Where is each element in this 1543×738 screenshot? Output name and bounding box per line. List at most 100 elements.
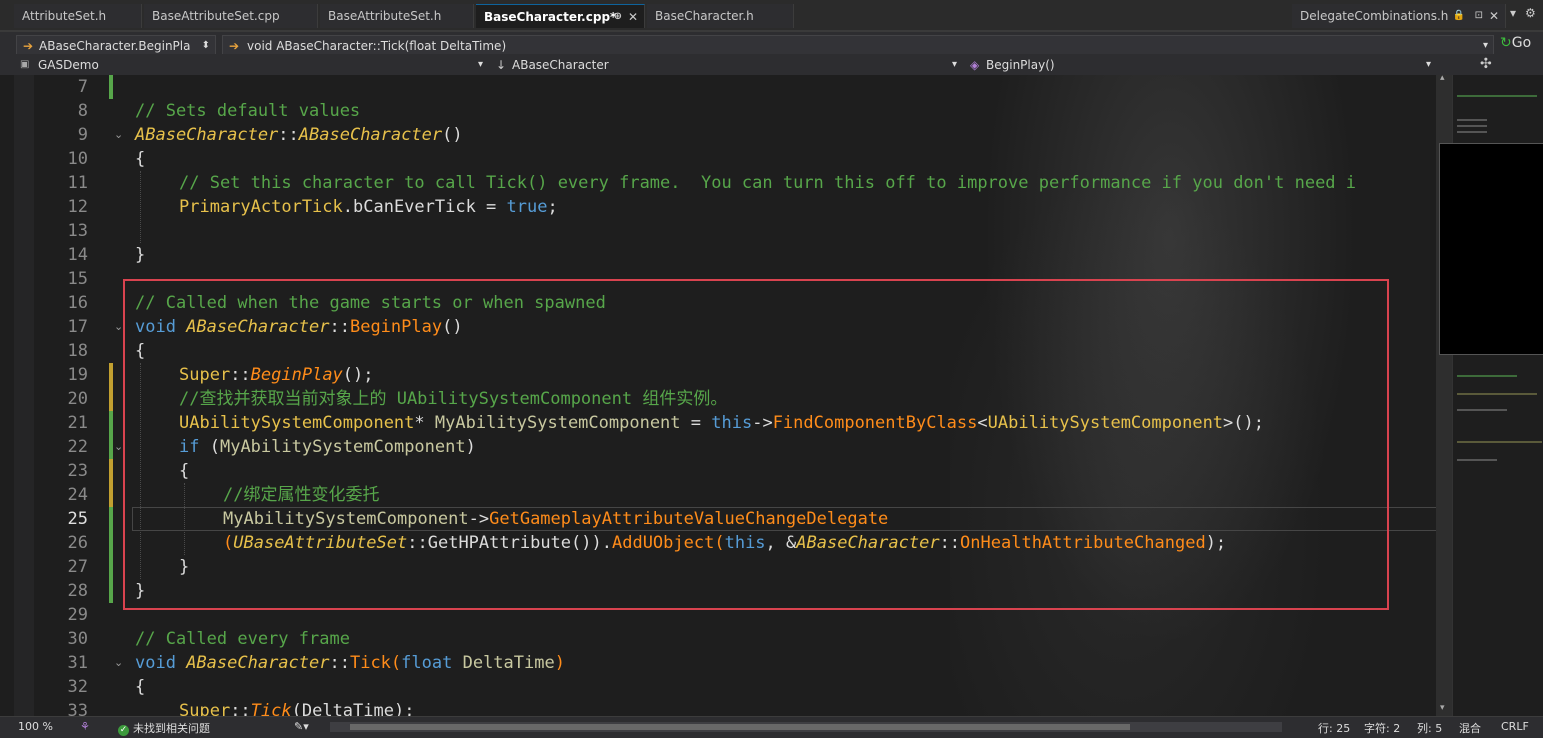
line-number: 16: [67, 293, 88, 313]
function-name: Tick: [349, 653, 391, 673]
comment: // Set this character to call Tick() eve…: [179, 173, 1357, 193]
minimap-line: [1457, 119, 1487, 121]
code-minimap[interactable]: [1439, 75, 1543, 716]
line-number: 28: [67, 581, 88, 601]
code-line-33: Super::Tick(DeltaTime);: [179, 699, 414, 716]
tab-basecharacter-cpp[interactable]: BaseCharacter.cpp* ⊕ ✕: [476, 4, 645, 28]
code-editor[interactable]: 7 8 9 10 11 12 13 14 15 16 17 18 19 20 2…: [0, 75, 1440, 716]
code-line-11: // Set this character to call Tick() eve…: [179, 171, 1356, 195]
tab-label: BaseCharacter.h: [655, 9, 754, 23]
issues-indicator[interactable]: ✓ 未找到相关问题: [118, 720, 210, 736]
copilot-icon[interactable]: ⚘: [80, 720, 90, 733]
paren: ): [554, 653, 565, 673]
arrow-icon: ➔: [229, 39, 240, 53]
line-number: 12: [67, 197, 88, 217]
line-number: 26: [67, 533, 88, 553]
class-name: ABaseCharacter: [186, 653, 330, 673]
code-line-31: void ABaseCharacter::Tick(float DeltaTim…: [135, 651, 565, 675]
chevron-down-icon: ▾: [1482, 40, 1488, 51]
line-ending[interactable]: CRLF: [1501, 720, 1529, 733]
fold-toggle-icon[interactable]: ⌄: [114, 123, 123, 147]
indent-guide: [140, 171, 142, 243]
close-icon[interactable]: ✕: [628, 5, 638, 28]
tab-baseattributeset-h[interactable]: BaseAttributeSet.h: [320, 4, 474, 28]
parens: (): [442, 125, 463, 145]
scope-dropdown[interactable]: ➔ ABaseCharacter.BeginPla ⬍: [16, 35, 216, 55]
arrow-icon: ➔: [23, 39, 34, 53]
fold-toggle-icon[interactable]: ⌄: [114, 651, 123, 675]
line-number: 11: [67, 173, 88, 193]
fold-toggle-icon[interactable]: ⌄: [114, 315, 123, 339]
project-icon: ▣: [20, 59, 30, 70]
scope-operator: ::: [230, 701, 251, 716]
scroll-up-icon[interactable]: ▴: [1440, 73, 1445, 83]
change-marker: [109, 507, 113, 603]
code-line-14: }: [135, 243, 145, 267]
comment: // Sets default values: [135, 101, 361, 121]
line-number-current: 25: [67, 509, 88, 529]
scope-operator: ::: [329, 653, 350, 673]
tab-attributeset-h[interactable]: AttributeSet.h: [14, 4, 142, 28]
line-number: 7: [77, 77, 88, 97]
brush-icon[interactable]: ✎▾: [294, 720, 309, 733]
gear-icon[interactable]: ⚙: [1525, 6, 1536, 20]
code-line-12: PrimaryActorTick.bCanEverTick = true;: [179, 195, 558, 219]
whitespace-mode[interactable]: 混合: [1459, 720, 1481, 736]
code-line-30: // Called every frame: [135, 627, 350, 651]
member-dropdown[interactable]: ◈ BeginPlay() ▾: [964, 55, 1436, 75]
class-dropdown[interactable]: ↓ ABaseCharacter ▾: [490, 55, 962, 75]
line-number: 18: [67, 341, 88, 361]
fold-toggle-icon[interactable]: ⌄: [114, 435, 123, 459]
scope-operator: ::: [278, 125, 299, 145]
method-icon: ◈: [970, 58, 980, 72]
line-number: 21: [67, 413, 88, 433]
chevron-down-icon: ▾: [951, 59, 957, 70]
function-dropdown[interactable]: ➔ void ABaseCharacter::Tick(float DeltaT…: [222, 35, 1494, 55]
tab-label: AttributeSet.h: [22, 9, 107, 23]
close-icon[interactable]: ✕: [1489, 4, 1499, 28]
type-name: PrimaryActorTick: [179, 197, 343, 217]
tab-label: DelegateCombinations.h: [1300, 9, 1449, 23]
column-indicator: 列: 5: [1417, 722, 1443, 735]
minimap-line: [1457, 393, 1537, 395]
comment: // Called every frame: [135, 629, 350, 649]
project-dropdown[interactable]: ▣ GASDemo ▾: [16, 55, 488, 75]
line-number: 31: [67, 653, 88, 673]
chevron-down-icon: ▾: [477, 59, 483, 70]
document-tab-bar: AttributeSet.h BaseAttributeSet.cpp Base…: [0, 0, 1543, 32]
line-number: 29: [67, 605, 88, 625]
issues-text: 未找到相关问题: [133, 722, 210, 735]
line-number: 8: [77, 101, 88, 121]
zoom-level[interactable]: 100 %: [18, 720, 53, 733]
go-button[interactable]: ↻Go: [1500, 35, 1531, 51]
call-end: (DeltaTime);: [291, 701, 415, 716]
code-line-9: ABaseCharacter::ABaseCharacter(): [135, 123, 463, 147]
code-navigation-bar: ▣ GASDemo ▾ ↓ ABaseCharacter ▾ ◈ BeginPl…: [0, 54, 1543, 77]
tab-label: BaseCharacter.cpp*: [484, 10, 617, 24]
pin-icon[interactable]: ⊕: [614, 5, 622, 28]
horizontal-scroll-thumb[interactable]: [350, 724, 1130, 730]
brace: {: [135, 677, 146, 697]
tab-baseattributeset-cpp[interactable]: BaseAttributeSet.cpp: [144, 4, 318, 28]
line-number: 19: [67, 365, 88, 385]
line-number: 13: [67, 221, 88, 241]
minimap-line: [1457, 459, 1497, 461]
change-marker-unsaved: [109, 363, 113, 411]
tab-basecharacter-h[interactable]: BaseCharacter.h: [647, 4, 794, 28]
split-icon[interactable]: ✣: [1480, 56, 1492, 72]
type-name: Super: [179, 701, 231, 716]
line-number: 22: [67, 437, 88, 457]
project-dropdown-value: GASDemo: [38, 58, 99, 72]
char-indicator: 字符: 2: [1364, 722, 1401, 735]
line-number: 10: [67, 149, 88, 169]
keyword: true: [506, 197, 548, 217]
line-number: 32: [67, 677, 88, 697]
minimap-viewport[interactable]: [1439, 143, 1543, 355]
tab-list-dropdown-icon[interactable]: ▾: [1510, 6, 1516, 20]
scroll-down-icon[interactable]: ▾: [1440, 703, 1445, 713]
brace: {: [135, 149, 146, 169]
tab-delegatecombinations-h[interactable]: DelegateCombinations.h 🔒 ⊡ ✕: [1292, 4, 1506, 28]
horizontal-scrollbar[interactable]: [330, 722, 1282, 732]
change-marker-unsaved: [109, 459, 113, 507]
pin-icon[interactable]: ⊡: [1475, 4, 1483, 28]
